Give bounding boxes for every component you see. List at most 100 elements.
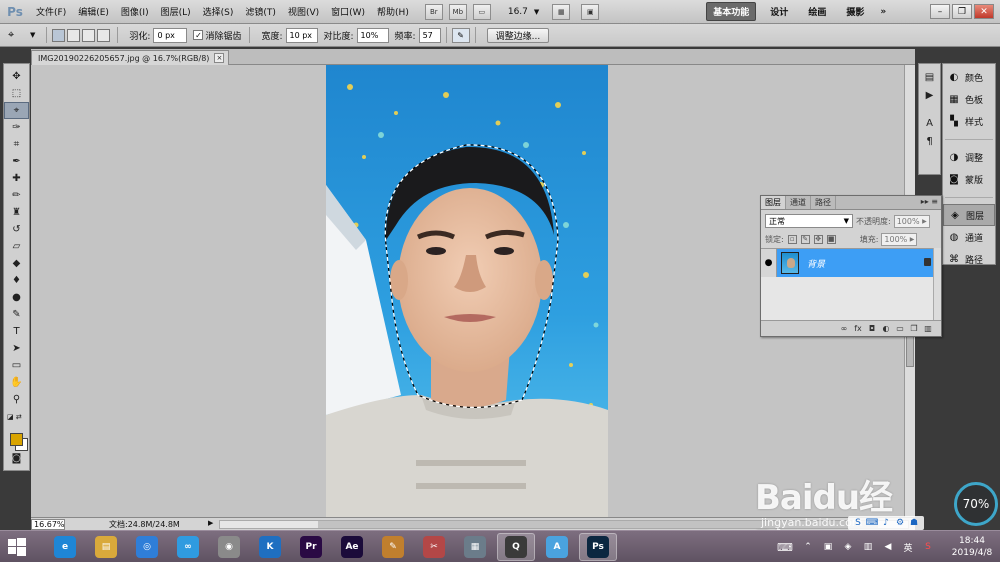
taskbar-app-panda[interactable]: ◉ <box>210 533 248 561</box>
crop-tool-icon[interactable]: ⌗ <box>4 136 29 153</box>
link-layers-icon[interactable]: ∞ <box>837 324 851 333</box>
zoom-field[interactable]: 16.67% <box>31 518 65 530</box>
workspace-painting[interactable]: 绘画 <box>802 3 832 20</box>
intersect-selection-icon[interactable] <box>97 28 111 42</box>
foreground-color-swatch[interactable] <box>10 433 23 446</box>
frequency-input[interactable]: 57 <box>418 27 441 43</box>
clone-stamp-icon[interactable]: ♜ <box>4 204 29 221</box>
add-mask-icon[interactable]: ◘ <box>865 324 879 333</box>
mic-icon[interactable]: ♪ <box>879 518 893 528</box>
chevron-down-icon[interactable]: ▼ <box>534 8 539 16</box>
performance-widget[interactable]: 70% <box>954 482 998 526</box>
taskbar-app-calculator[interactable]: ▦ <box>456 533 494 561</box>
type-tool-icon[interactable]: T <box>4 323 29 340</box>
add-to-selection-icon[interactable] <box>67 28 81 42</box>
tray-app-icon[interactable]: ▣ <box>820 540 836 554</box>
width-input[interactable]: 10 px <box>285 27 318 43</box>
feather-input[interactable]: 0 px <box>153 27 188 43</box>
refine-edge-button[interactable]: 调整边缘... <box>486 27 550 43</box>
taskbar-app-qq[interactable]: Q <box>497 532 535 561</box>
layer-style-icon[interactable]: fx <box>851 324 865 333</box>
panel-item-channels[interactable]: ◍ 通道 <box>943 226 995 248</box>
panel-item-masks[interactable]: ◙ 蒙版 <box>943 168 995 190</box>
lock-transparency-icon[interactable]: ▫ <box>787 234 797 244</box>
dodge-tool-icon[interactable]: ● <box>4 289 29 306</box>
keyboard-icon[interactable]: ⌨ <box>774 540 796 554</box>
magnetic-lasso-preset-icon[interactable]: ⌖ <box>8 28 30 42</box>
taskbar-app-after-effects[interactable]: Ae <box>333 533 371 561</box>
screen-mode-icon[interactable]: ▣ <box>581 3 600 20</box>
language-indicator[interactable]: 英 <box>900 540 916 554</box>
taskbar-app-baidu-netdisk[interactable]: ∞ <box>169 533 207 561</box>
lasso-tool-icon[interactable]: ⌖ <box>4 102 29 119</box>
tab-paths[interactable]: 路径 <box>811 196 836 209</box>
taskbar-app-paint[interactable]: ✎ <box>374 533 412 561</box>
panel-item-swatches[interactable]: ▦ 色板 <box>943 88 995 110</box>
close-icon[interactable]: × <box>214 53 225 63</box>
panel-item-adjustments[interactable]: ◑ 调整 <box>943 146 995 168</box>
new-group-icon[interactable]: ▭ <box>893 324 907 333</box>
eraser-tool-icon[interactable]: ▱ <box>4 238 29 255</box>
tab-layers[interactable]: 图层 <box>761 196 786 209</box>
taskbar-app-app-a[interactable]: A <box>538 533 576 561</box>
shape-tool-icon[interactable]: ▭ <box>4 357 29 374</box>
keyboard-icon[interactable]: ⌨ <box>865 518 879 528</box>
menu-image[interactable]: 图像(I) <box>115 5 155 18</box>
opacity-input[interactable]: 100% ▶ <box>893 214 930 228</box>
history-icon[interactable]: ▤ <box>919 68 940 86</box>
zoom-tool-icon[interactable]: ⚲ <box>4 391 29 408</box>
minimize-icon[interactable]: – <box>930 4 950 19</box>
paragraph-icon[interactable]: ¶ <box>919 132 940 150</box>
document-canvas[interactable] <box>326 65 608 517</box>
shield-icon[interactable]: ◈ <box>840 540 856 554</box>
taskbar-app-premiere[interactable]: Pr <box>292 533 330 561</box>
blend-mode-select[interactable]: 正常 ▼ <box>765 214 853 228</box>
antialias-checkbox[interactable]: ✓ <box>193 30 204 40</box>
chevron-up-icon[interactable]: ⌃ <box>800 540 816 554</box>
taskbar-app-explorer[interactable]: ▤ <box>87 533 125 561</box>
close-icon[interactable]: ✕ <box>974 4 994 19</box>
adjustment-layer-icon[interactable]: ◐ <box>879 324 893 333</box>
shirt-icon[interactable]: ☗ <box>907 518 921 528</box>
path-select-icon[interactable]: ➤ <box>4 340 29 357</box>
hand-tool-icon[interactable]: ✋ <box>4 374 29 391</box>
new-selection-icon[interactable] <box>52 28 66 42</box>
fill-input[interactable]: 100% ▶ <box>881 232 918 246</box>
taskbar-app-tool[interactable]: ✂ <box>415 533 453 561</box>
horizontal-scrollbar[interactable] <box>219 520 909 529</box>
taskbar-app-photoshop[interactable]: Ps <box>579 532 617 561</box>
layers-scrollbar[interactable] <box>933 248 941 320</box>
lock-pixels-icon[interactable]: ✎ <box>800 234 810 244</box>
lock-position-icon[interactable]: ✥ <box>813 234 823 244</box>
menu-window[interactable]: 窗口(W) <box>325 5 371 18</box>
pen-tool-icon[interactable]: ✎ <box>4 306 29 323</box>
workspace-photography[interactable]: 摄影 <box>840 3 870 20</box>
paint-bucket-icon[interactable]: ◆ <box>4 255 29 272</box>
settings-icon[interactable]: ⚙ <box>893 518 907 528</box>
chevron-down-icon[interactable]: ▼ <box>30 31 35 39</box>
default-colors-icon[interactable]: ◪ ⇄ <box>4 408 29 425</box>
panel-item-color[interactable]: ◐ 颜色 <box>943 66 995 88</box>
bridge-button[interactable]: Br <box>424 3 443 20</box>
blur-tool-icon[interactable]: ♦ <box>4 272 29 289</box>
marquee-tool-icon[interactable]: ⬚ <box>4 85 29 102</box>
workspace-design[interactable]: 设计 <box>764 3 794 20</box>
arrange-documents-icon[interactable]: ▦ <box>552 3 571 20</box>
history-brush-icon[interactable]: ↺ <box>4 221 29 238</box>
menu-file[interactable]: 文件(F) <box>30 5 72 18</box>
panel-item-styles[interactable]: ▚ 样式 <box>943 110 995 132</box>
more-workspaces-button[interactable]: » <box>874 5 892 19</box>
taskbar-app-browser[interactable]: ◎ <box>128 533 166 561</box>
workspace-essentials[interactable]: 基本功能 <box>706 2 757 21</box>
layer-row-background[interactable]: ● 背景 <box>761 249 941 277</box>
zoom-level[interactable]: 16.7 <box>508 7 528 17</box>
actions-icon[interactable]: ▶ <box>919 86 940 104</box>
network-icon[interactable]: ▥ <box>860 540 876 554</box>
quick-mask-icon[interactable]: ◙ <box>4 450 29 467</box>
taskbar-app-k-player[interactable]: K <box>251 533 289 561</box>
scroll-thumb[interactable] <box>906 333 914 367</box>
move-tool-icon[interactable]: ✥ <box>4 68 29 85</box>
healing-brush-icon[interactable]: ✚ <box>4 170 29 187</box>
menu-view[interactable]: 视图(V) <box>282 5 325 18</box>
volume-icon[interactable]: ◀ <box>880 540 896 554</box>
